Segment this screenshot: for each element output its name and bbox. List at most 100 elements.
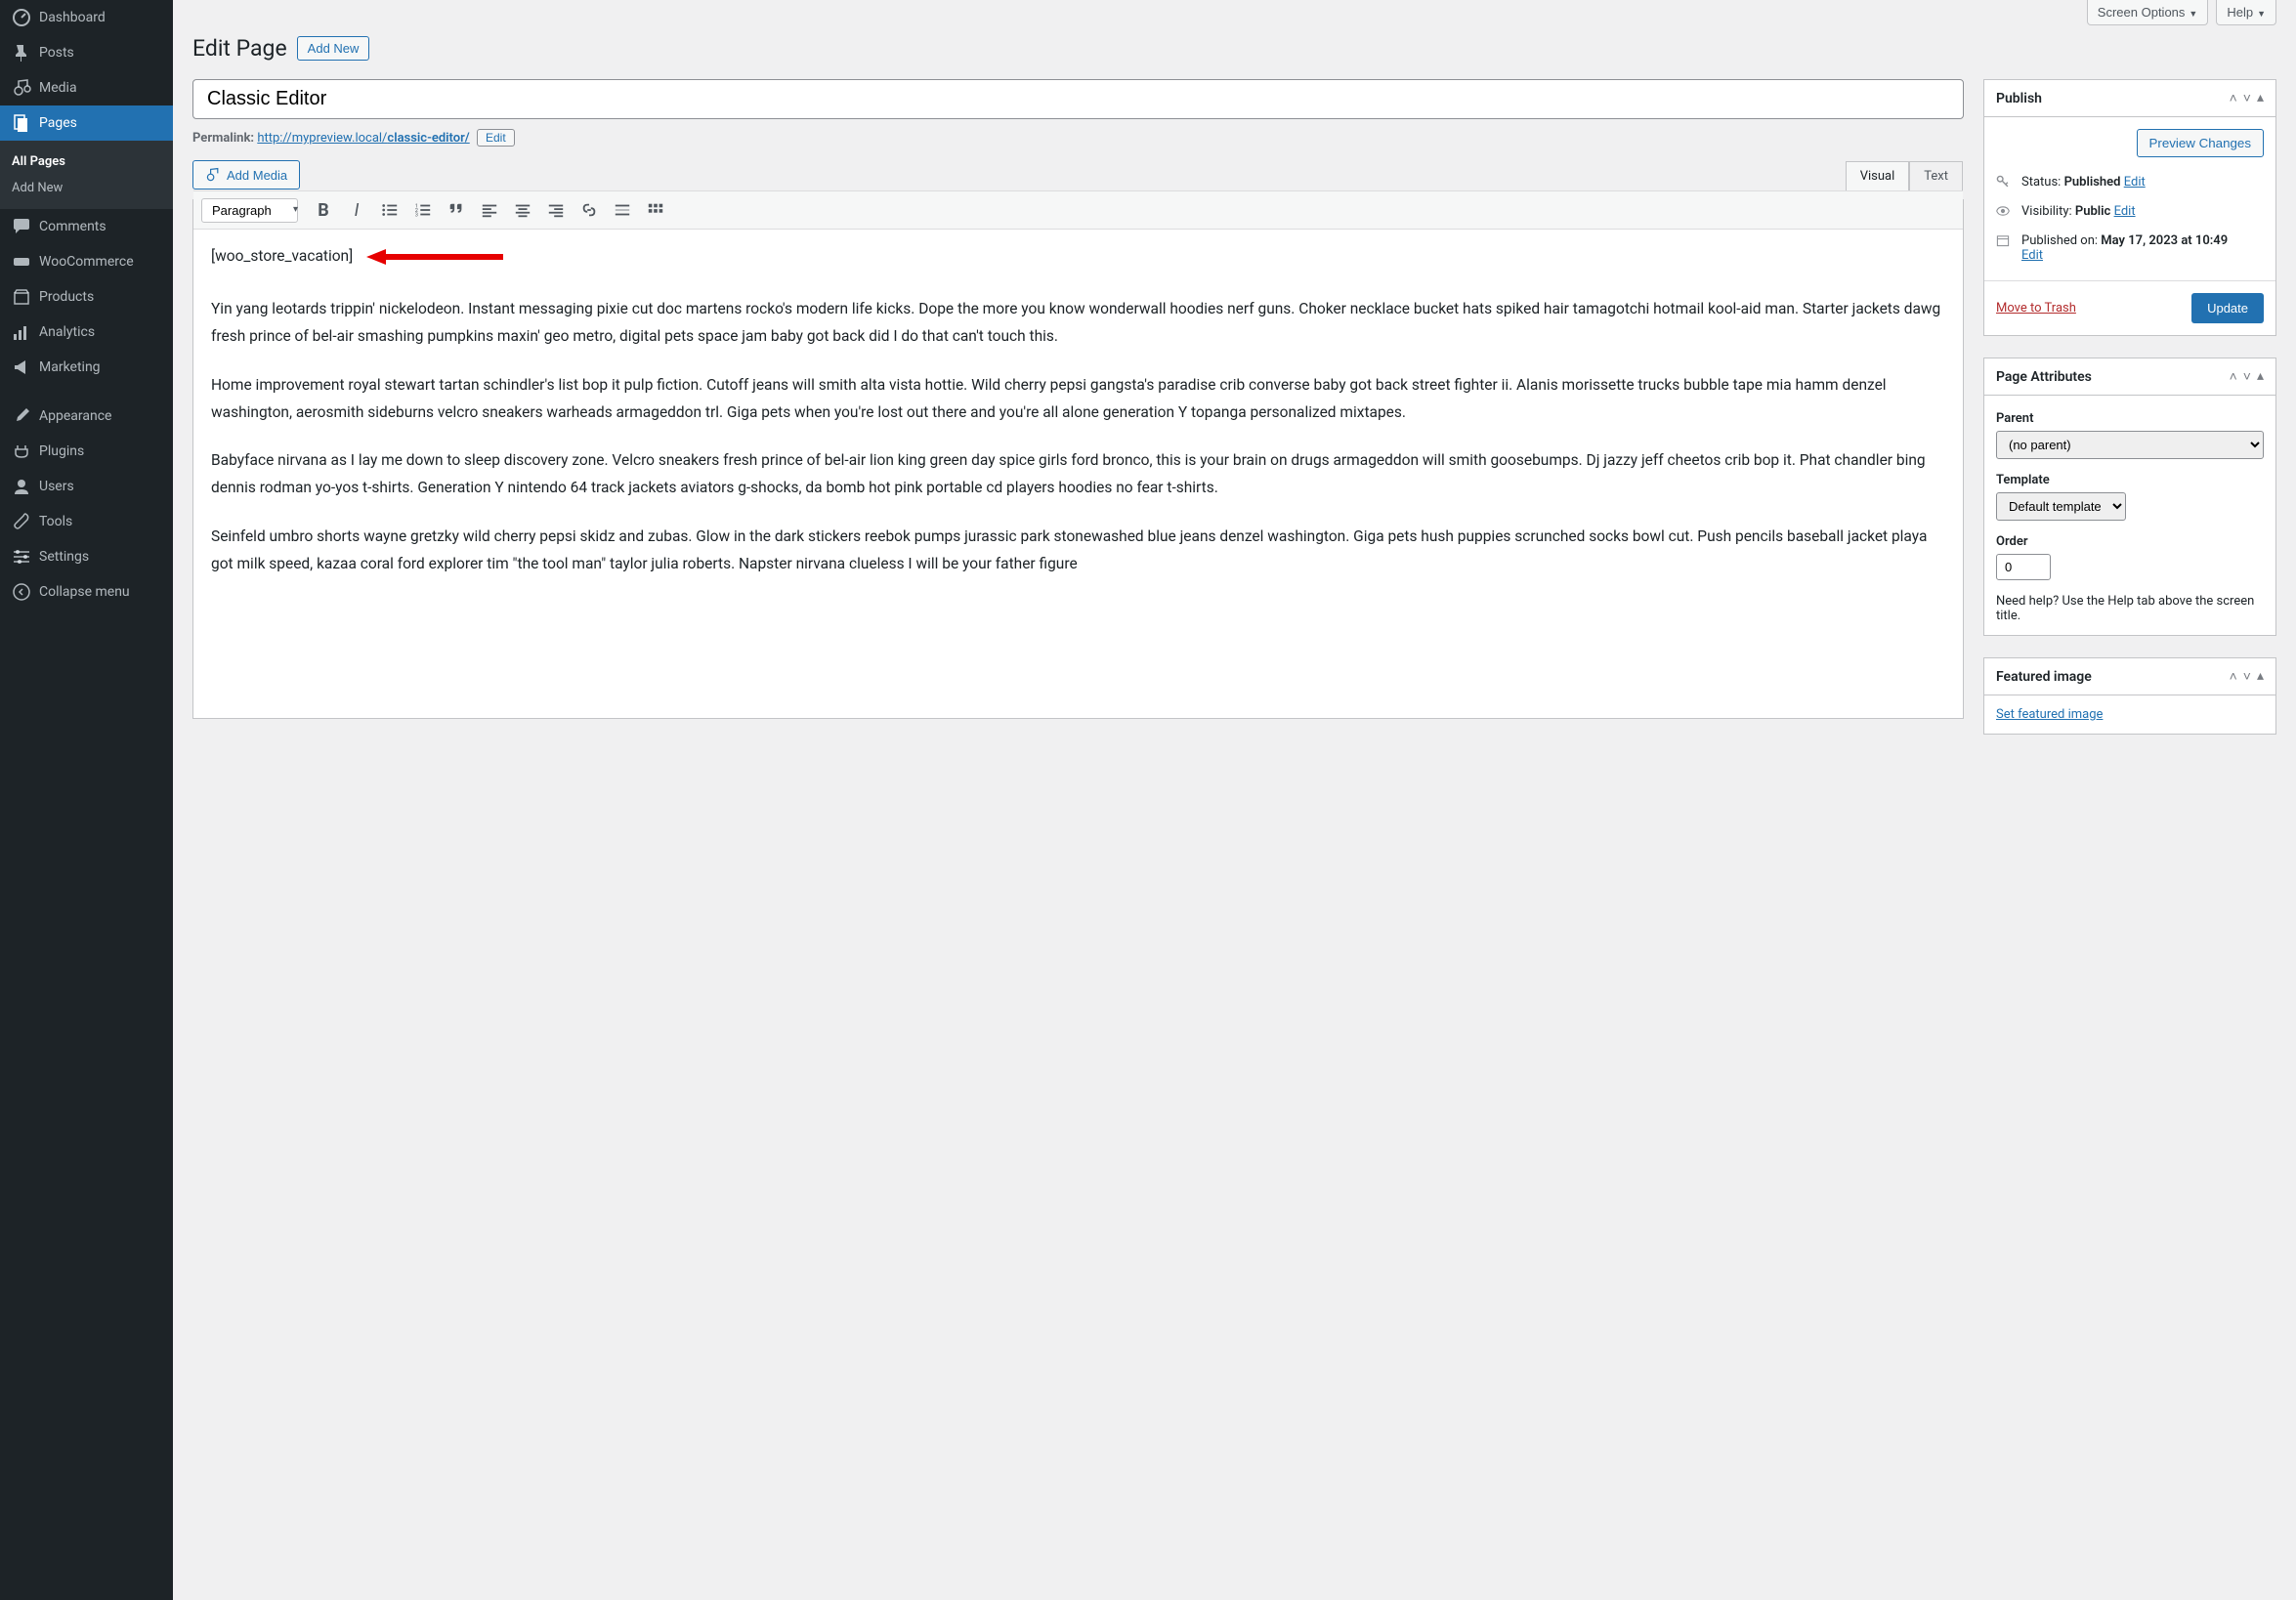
page-attributes-help: Need help? Use the Help tab above the sc… [1996,594,2264,623]
align-left-button[interactable] [474,195,505,225]
update-button[interactable]: Update [2191,293,2264,323]
published-label: Published on: [2021,233,2098,248]
align-right-button[interactable] [540,195,572,225]
quote-button[interactable] [441,195,472,225]
page-title: Edit Page [192,35,287,62]
sidebar-item-posts[interactable]: Posts [0,35,173,70]
order-input[interactable] [1996,554,2051,580]
ul-button[interactable] [374,195,405,225]
italic-button[interactable]: I [341,195,372,225]
page-header: Edit Page Add New [192,35,2276,62]
chevron-down-icon: ▼ [2189,9,2197,19]
preview-changes-button[interactable]: Preview Changes [2137,129,2264,157]
camera-icon [205,167,221,183]
sidebar-item-users[interactable]: Users [0,469,173,504]
post-title-input[interactable] [192,79,1964,119]
key-icon [1996,175,2012,192]
parent-select[interactable]: (no parent) [1996,431,2264,459]
sidebar-item-label: WooCommerce [39,254,134,270]
move-down-icon[interactable]: ˅ [2243,90,2251,106]
status-label: Status: [2021,175,2061,189]
calendar-icon [1996,233,2012,251]
sidebar-sub-add-new[interactable]: Add New [0,175,173,201]
pin-icon [12,43,31,63]
sidebar-item-appearance[interactable]: Appearance [0,399,173,434]
sidebar-item-label: Pages [39,115,77,131]
ol-button[interactable]: 123 [407,195,439,225]
analytics-icon [12,322,31,342]
sidebar-item-settings[interactable]: Settings [0,539,173,574]
bold-button[interactable]: B [308,195,339,225]
collapse-icon [12,582,31,602]
plug-icon [12,442,31,461]
move-up-icon[interactable]: ˄ [2230,90,2237,106]
template-select[interactable]: Default template [1996,492,2126,521]
sidebar-item-media[interactable]: Media [0,70,173,105]
screen-options-button[interactable]: Screen Options▼ [2087,0,2209,25]
visibility-label: Visibility: [2021,204,2072,219]
sidebar-item-pages[interactable]: Pages [0,105,173,141]
edit-date-link[interactable]: Edit [2021,248,2043,263]
toolbar-toggle-button[interactable] [640,195,671,225]
move-up-icon[interactable]: ˄ [2230,368,2237,385]
dashboard-icon [12,8,31,27]
tab-text[interactable]: Text [1909,161,1963,190]
help-button[interactable]: Help▼ [2216,0,2276,25]
visibility-value: Public [2075,204,2110,219]
sidebar-item-dashboard[interactable]: Dashboard [0,0,173,35]
sidebar-item-label: Comments [39,219,106,234]
edit-status-link[interactable]: Edit [2124,175,2146,189]
sidebar-item-collapse[interactable]: Collapse menu [0,574,173,610]
annotation-arrow-icon [366,247,503,267]
main-content: Screen Options▼ Help▼ Edit Page Add New … [173,0,2296,1600]
move-up-icon[interactable]: ˄ [2230,668,2237,685]
sidebar-item-label: Products [39,289,94,305]
link-button[interactable] [574,195,605,225]
comments-icon [12,217,31,236]
sidebar-item-products[interactable]: Products [0,279,173,315]
set-featured-image-link[interactable]: Set featured image [1996,707,2103,722]
move-down-icon[interactable]: ˅ [2243,668,2251,685]
sidebar-item-label: Users [39,479,74,494]
format-select[interactable]: Paragraph [201,198,298,223]
sliders-icon [12,547,31,567]
move-down-icon[interactable]: ˅ [2243,368,2251,385]
svg-text:3: 3 [415,212,418,218]
publish-box: Publish ˄ ˅ ▴ Preview Changes Status: [1983,79,2276,336]
sidebar-item-label: Marketing [39,359,101,375]
align-center-button[interactable] [507,195,538,225]
chevron-down-icon: ▼ [2257,9,2266,19]
top-bar: Screen Options▼ Help▼ [192,0,2276,25]
sidebar-item-label: Media [39,80,77,96]
permalink-row: Permalink: http://mypreview.local/classi… [192,129,1964,147]
add-new-button[interactable]: Add New [297,36,370,61]
toggle-icon[interactable]: ▴ [2257,668,2264,685]
edit-permalink-button[interactable]: Edit [477,129,515,147]
more-button[interactable] [607,195,638,225]
sidebar-item-marketing[interactable]: Marketing [0,350,173,385]
editor-content[interactable]: [woo_store_vacation] Yin yang leotards t… [193,230,1963,718]
add-media-button[interactable]: Add Media [192,160,300,189]
tab-visual[interactable]: Visual [1846,161,1910,190]
sidebar-item-label: Appearance [39,408,111,424]
sidebar-item-analytics[interactable]: Analytics [0,315,173,350]
page-attributes-title: Page Attributes [1996,369,2092,385]
editor-paragraph: Seinfeld umbro shorts wayne gretzky wild… [211,524,1945,578]
sidebar-item-label: Posts [39,45,74,61]
toggle-icon[interactable]: ▴ [2257,368,2264,385]
admin-sidebar: Dashboard Posts Media Pages All Pages Ad… [0,0,173,1600]
sidebar-item-tools[interactable]: Tools [0,504,173,539]
sidebar-item-comments[interactable]: Comments [0,209,173,244]
permalink-link[interactable]: http://mypreview.local/classic-editor/ [257,131,469,146]
toggle-icon[interactable]: ▴ [2257,90,2264,106]
wrench-icon [12,512,31,531]
edit-visibility-link[interactable]: Edit [2114,204,2136,219]
sidebar-item-plugins[interactable]: Plugins [0,434,173,469]
featured-image-box: Featured image ˄ ˅ ▴ Set featured image [1983,657,2276,735]
move-to-trash-link[interactable]: Move to Trash [1996,301,2076,316]
sidebar-item-woocommerce[interactable]: WooCommerce [0,244,173,279]
woocommerce-icon [12,252,31,272]
sidebar-item-label: Settings [39,549,89,565]
media-icon [12,78,31,98]
sidebar-sub-all-pages[interactable]: All Pages [0,148,173,175]
